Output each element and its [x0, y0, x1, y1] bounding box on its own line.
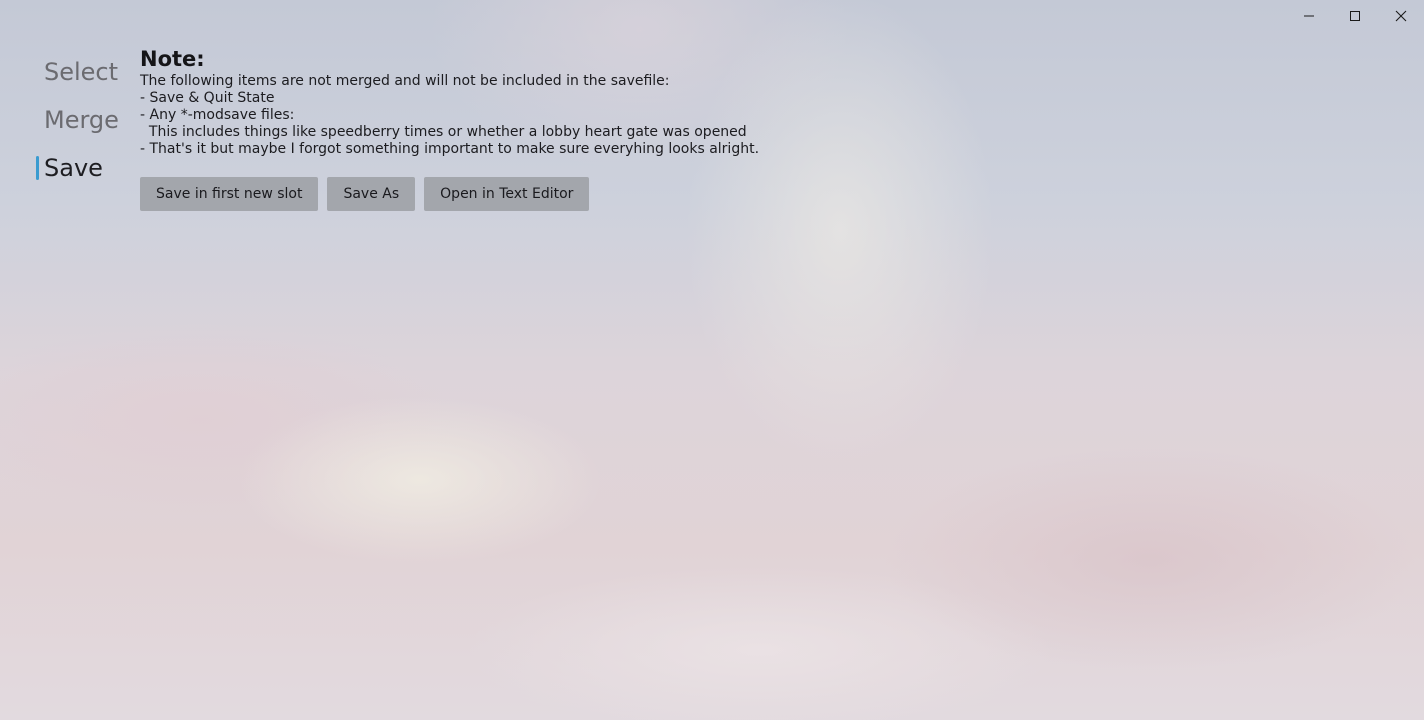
- nav-item-save[interactable]: Save: [36, 144, 136, 192]
- note-line: This includes things like speedberry tim…: [140, 124, 747, 140]
- minimize-icon: [1304, 15, 1314, 17]
- action-buttons: Save in first new slot Save As Open in T…: [140, 177, 1040, 211]
- save-page: Note: The following items are not merged…: [140, 46, 1040, 211]
- note-line: - Save & Quit State: [140, 90, 275, 106]
- maximize-icon: [1350, 11, 1360, 21]
- selection-indicator: [36, 156, 39, 180]
- sidebar-nav: Select Merge Save: [36, 48, 136, 192]
- nav-item-label: Save: [44, 154, 103, 182]
- nav-item-merge[interactable]: Merge: [36, 96, 136, 144]
- nav-item-label: Select: [44, 58, 119, 86]
- note-line: The following items are not merged and w…: [140, 73, 670, 89]
- note-text: The following items are not merged and w…: [140, 73, 1040, 158]
- nav-item-label: Merge: [44, 106, 119, 134]
- window-controls: [1286, 0, 1424, 32]
- close-button[interactable]: [1378, 0, 1424, 32]
- open-text-editor-button[interactable]: Open in Text Editor: [424, 177, 590, 211]
- nav-item-select[interactable]: Select: [36, 48, 136, 96]
- close-icon: [1395, 10, 1407, 22]
- maximize-button[interactable]: [1332, 0, 1378, 32]
- minimize-button[interactable]: [1286, 0, 1332, 32]
- note-line: - Any *-modsave files:: [140, 107, 295, 123]
- save-first-new-slot-button[interactable]: Save in first new slot: [140, 177, 319, 211]
- save-as-button[interactable]: Save As: [327, 177, 416, 211]
- note-title: Note:: [140, 47, 205, 71]
- note-line: - That's it but maybe I forgot something…: [140, 141, 760, 157]
